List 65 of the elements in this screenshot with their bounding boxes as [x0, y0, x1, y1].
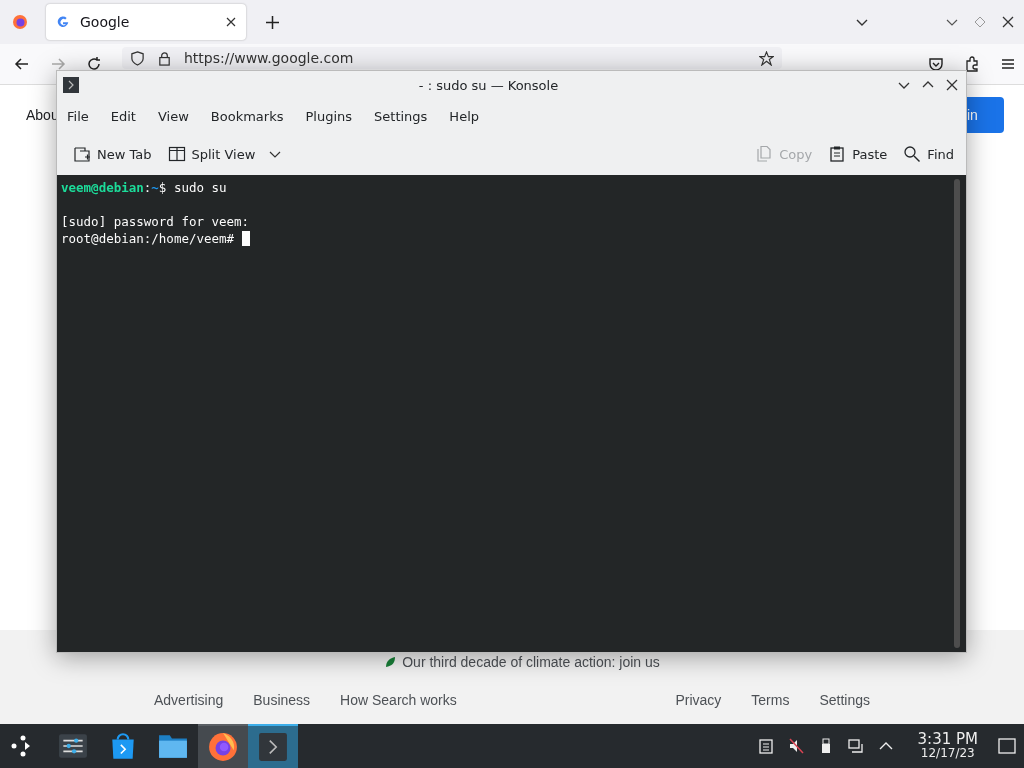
menu-item[interactable]: Help [449, 108, 479, 124]
reload-icon[interactable] [86, 56, 102, 72]
footer-link[interactable]: Terms [751, 692, 790, 708]
prompt-user: veem@debian [61, 179, 144, 196]
address-bar[interactable]: https://www.google.com [122, 47, 782, 69]
text-cursor [241, 231, 250, 246]
prompt-separator: : [143, 179, 152, 196]
terminal-icon [258, 732, 288, 762]
menu-item[interactable]: View [157, 108, 189, 124]
close-icon[interactable] [226, 17, 236, 27]
terminal-area[interactable]: veem@debian:~$ sudo su [sudo] password for veem: root@debian:/home/veem# [57, 175, 966, 652]
pocket-icon[interactable] [928, 56, 944, 72]
network-icon[interactable] [847, 738, 864, 754]
command-text: $ sudo su [158, 179, 227, 196]
footer-link[interactable]: Settings [819, 692, 870, 708]
shield-icon [130, 50, 145, 66]
back-icon[interactable] [14, 56, 30, 72]
sign-in-button[interactable]: in [967, 97, 1004, 133]
tab-title: Google [80, 14, 131, 30]
terminal-line: root@debian:/home/veem# [61, 230, 236, 247]
split-view-button[interactable]: Split View [161, 141, 262, 167]
clock-date[interactable]: 12/17/23 [920, 746, 975, 760]
terminal-icon [63, 77, 79, 93]
copy-icon [755, 145, 774, 163]
new-tab-button[interactable]: New Tab [67, 141, 158, 167]
taskbar-app[interactable] [248, 724, 298, 768]
prompt-path: ~ [151, 179, 159, 196]
taskbar-app[interactable] [198, 724, 248, 768]
menu-item[interactable]: Settings [374, 108, 428, 124]
star-icon[interactable] [759, 50, 774, 66]
terminal-line: [sudo] password for veem: [61, 213, 250, 230]
muted-speaker-icon[interactable] [787, 738, 804, 754]
clock-time[interactable]: 3:31 PM [917, 732, 978, 746]
show-desktop-icon[interactable] [998, 737, 1016, 755]
browser-tab[interactable]: Google [46, 4, 246, 40]
find-button[interactable]: Find [897, 141, 960, 167]
scrollbar[interactable] [954, 179, 960, 648]
puzzle-icon[interactable] [964, 56, 980, 72]
firefox-icon[interactable] [12, 14, 28, 30]
close-icon[interactable] [1002, 16, 1014, 28]
menu-icon[interactable] [1000, 56, 1016, 72]
leaf-icon [384, 656, 397, 668]
close-icon[interactable] [946, 79, 958, 91]
plus-icon[interactable] [266, 15, 279, 29]
climate-link[interactable]: Our third decade of climate action: join us [402, 654, 660, 670]
footer-link[interactable]: Privacy [675, 692, 722, 708]
footer-link[interactable]: Business [253, 692, 311, 708]
new-tab-icon [73, 145, 91, 163]
window-title: - : sudo su — Konsole [417, 77, 560, 93]
clipboard-icon[interactable] [757, 738, 774, 754]
clipboard-icon [828, 145, 847, 163]
paste-button[interactable]: Paste [822, 141, 894, 167]
url-text: https://www.google.com [184, 50, 354, 66]
menu-item[interactable]: Edit [110, 108, 136, 124]
menu-item[interactable]: Bookmarks [210, 108, 284, 124]
menu-item[interactable]: Plugins [305, 108, 353, 124]
firefox-icon [208, 732, 238, 762]
footer-link[interactable]: Advertising [154, 692, 224, 708]
menu-item[interactable]: File [67, 108, 89, 124]
google-icon [56, 15, 70, 29]
split-view-icon [167, 145, 186, 163]
search-icon [903, 145, 922, 163]
footer-link[interactable]: How Search works [340, 692, 457, 708]
lock-icon [157, 50, 172, 66]
sliders-icon [58, 731, 88, 761]
